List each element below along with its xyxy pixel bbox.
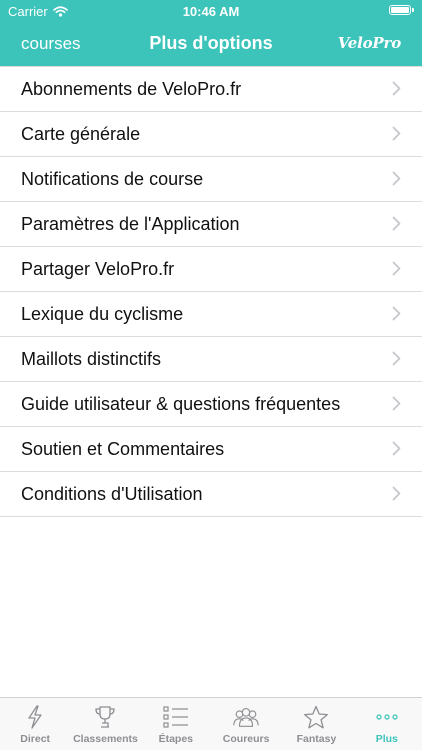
chevron-right-icon xyxy=(392,171,401,186)
tab-label: Plus xyxy=(375,733,398,745)
menu-item-parametres[interactable]: Paramètres de l'Application xyxy=(0,202,422,247)
battery-icon xyxy=(389,5,414,15)
tab-label: Coureurs xyxy=(222,733,270,745)
lightning-icon xyxy=(21,704,49,730)
tab-label: Classements xyxy=(73,733,138,745)
menu-item-label: Paramètres de l'Application xyxy=(21,213,240,234)
riders-icon xyxy=(232,704,260,730)
chevron-right-icon xyxy=(392,306,401,321)
menu-item-conditions[interactable]: Conditions d'Utilisation xyxy=(0,472,422,517)
chevron-right-icon xyxy=(392,486,401,501)
menu-item-label: Abonnements de VeloPro.fr xyxy=(21,78,242,99)
menu-item-label: Lexique du cyclisme xyxy=(21,303,184,324)
menu-item-lexique[interactable]: Lexique du cyclisme xyxy=(0,292,422,337)
tab-coureurs[interactable]: Coureurs xyxy=(211,698,281,750)
nav-bar: courses Plus d'options VeloPro xyxy=(0,22,422,66)
tab-direct[interactable]: Direct xyxy=(0,698,70,750)
chevron-right-icon xyxy=(392,441,401,456)
tab-classements[interactable]: Classements xyxy=(70,698,140,750)
chevron-right-icon xyxy=(392,351,401,366)
more-icon xyxy=(373,704,401,730)
chevron-right-icon xyxy=(392,126,401,141)
list-icon xyxy=(162,704,190,730)
status-time: 10:46 AM xyxy=(182,4,240,19)
tab-label: Fantasy xyxy=(296,733,337,745)
status-bar: Carrier 10:46 AM xyxy=(0,0,422,22)
menu-item-label: Carte générale xyxy=(21,123,141,144)
tab-fantasy[interactable]: Fantasy xyxy=(281,698,351,750)
tab-etapes[interactable]: Étapes xyxy=(141,698,211,750)
menu-item-notifications[interactable]: Notifications de course xyxy=(0,157,422,202)
chevron-right-icon xyxy=(392,81,401,96)
menu-item-label: Maillots distinctifs xyxy=(21,348,162,369)
header: Carrier 10:46 AM courses Plus d'options … xyxy=(0,0,422,66)
menu-item-label: Soutien et Commentaires xyxy=(21,438,225,459)
star-icon xyxy=(302,704,330,730)
menu-item-maillots[interactable]: Maillots distinctifs xyxy=(0,337,422,382)
menu-item-soutien[interactable]: Soutien et Commentaires xyxy=(0,427,422,472)
trophy-icon xyxy=(91,704,119,730)
chevron-right-icon xyxy=(392,261,401,276)
menu-item-guide[interactable]: Guide utilisateur & questions fréquentes xyxy=(0,382,422,427)
tab-label: Étapes xyxy=(158,733,194,745)
menu-item-label: Notifications de course xyxy=(21,168,204,189)
tab-plus[interactable]: Plus xyxy=(352,698,422,750)
menu-item-partager[interactable]: Partager VeloPro.fr xyxy=(0,247,422,292)
chevron-right-icon xyxy=(392,216,401,231)
tab-bar: Direct Classements Étapes Coureurs Fanta… xyxy=(0,697,422,750)
menu-item-abonnements[interactable]: Abonnements de VeloPro.fr xyxy=(0,66,422,112)
options-menu: Abonnements de VeloPro.fr Carte générale… xyxy=(0,66,422,517)
menu-item-carte[interactable]: Carte générale xyxy=(0,112,422,157)
menu-item-label: Partager VeloPro.fr xyxy=(21,258,175,279)
menu-item-label: Conditions d'Utilisation xyxy=(21,483,203,504)
tab-label: Direct xyxy=(20,733,51,745)
chevron-right-icon xyxy=(392,396,401,411)
menu-item-label: Guide utilisateur & questions fréquentes xyxy=(21,393,341,414)
velopro-logo: VeloPro xyxy=(337,34,401,52)
